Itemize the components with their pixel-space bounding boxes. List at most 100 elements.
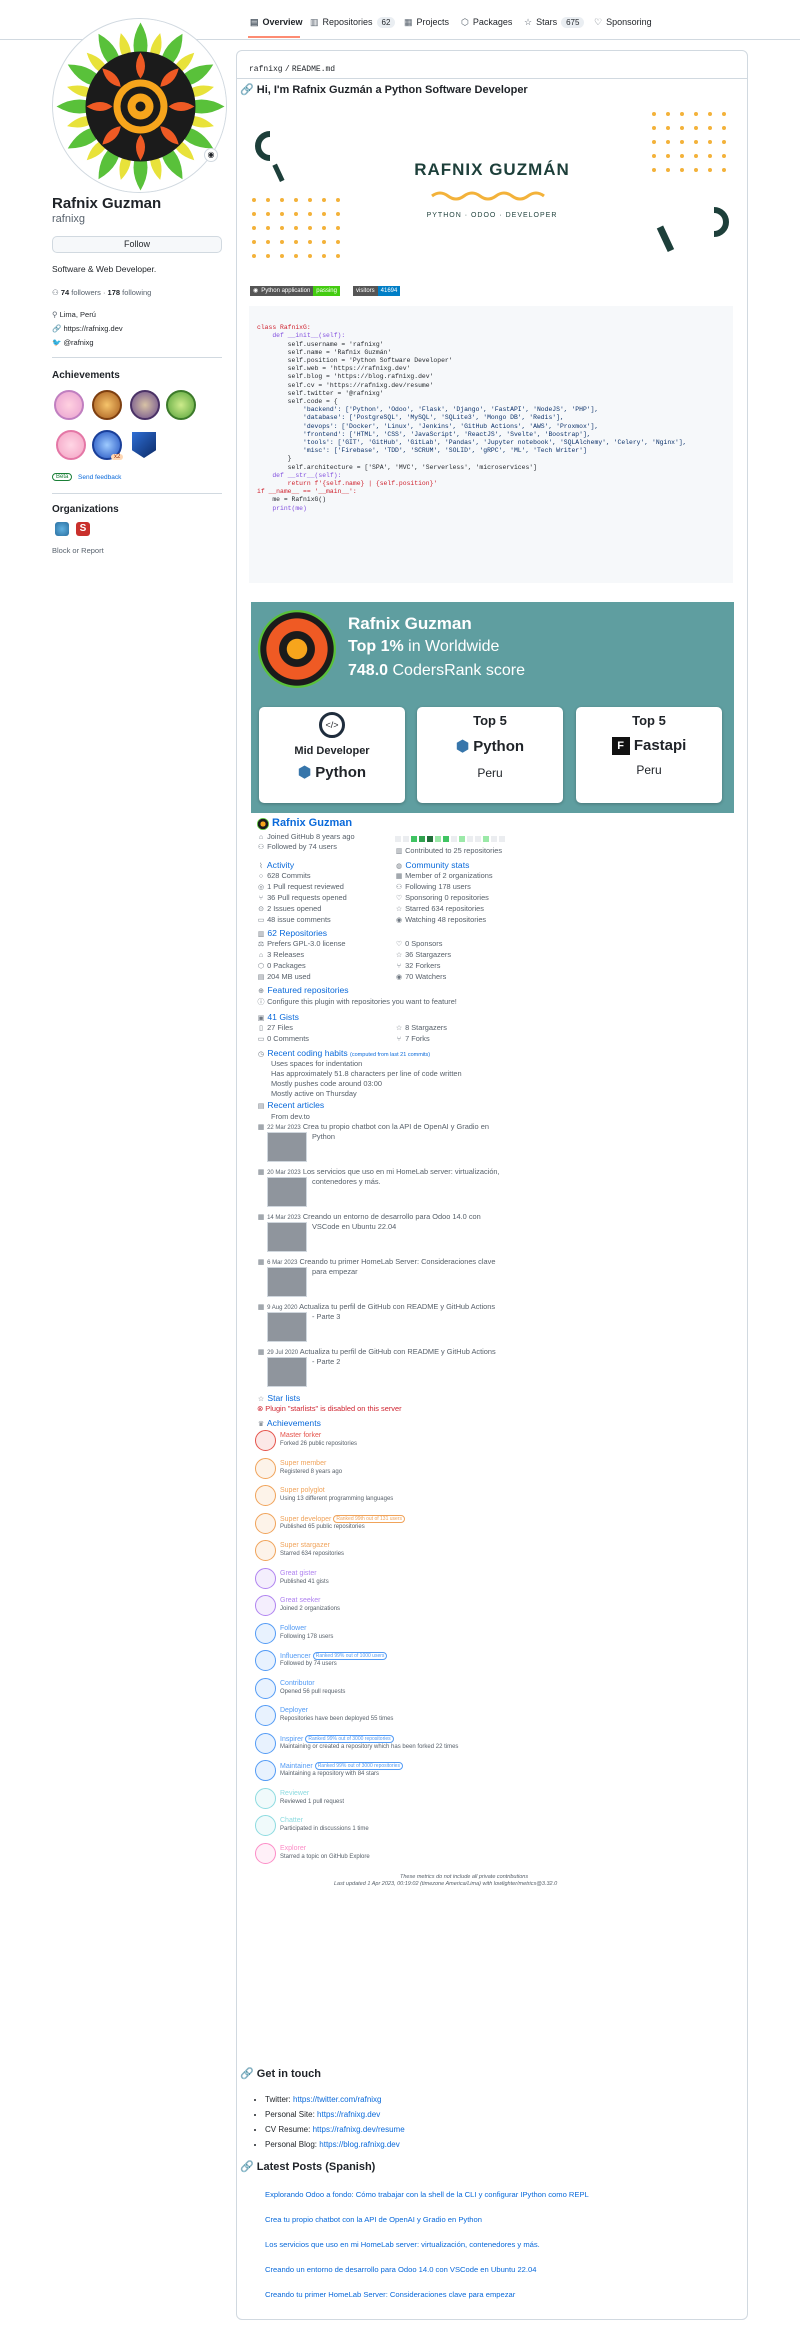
heart-icon: ♡ [594,16,603,27]
post-link[interactable]: Creando un entorno de desarrollo para Od… [265,2265,536,2274]
tab-overview[interactable]: ▤ Overview [250,12,303,32]
readme-banner-image [248,104,736,280]
list-item: ▭ 0 Comments [257,1034,309,1043]
achievement-badge-icon [255,1512,276,1534]
rank-pill: Ranked 99% out of 3000 repositories [305,1734,394,1743]
achievement-pull-shark-icon[interactable] [92,390,122,420]
achievement-description: Starred 634 repositories [280,1551,345,1557]
list-item: Has approximately 51.8 characters per li… [271,1069,462,1078]
anchor-link-icon[interactable]: 🔗 [240,84,254,96]
selected-tab-underline [248,36,300,38]
resume-link[interactable]: https://rafnixg.dev/resume [313,2125,405,2134]
achievements-heading[interactable]: Achievements [52,370,120,381]
follow-button[interactable]: Follow [52,236,222,253]
achievement-arctic-icon[interactable] [166,390,196,420]
metrics-avatar [257,818,269,830]
achievement-badge-icon [255,1842,276,1864]
followers-label[interactable]: followers [71,288,101,297]
list-item: ⑂ 7 Forks [396,1034,430,1043]
fork-icon: ⑂ [396,963,402,970]
plugin-error: ⊗ Plugin "starlists" is disabled on this… [257,1404,402,1413]
rank-pill: Ranked 99% out of 3000 repositories [314,1762,403,1770]
repo-icon: ▥ [257,931,265,938]
code-line: self.cv = 'https://rafnixg.dev/resume' [257,381,434,389]
send-feedback-link[interactable]: Send feedback [78,474,121,481]
calendar-icon: ▦ [257,1169,265,1176]
tab-repositories[interactable]: ▥ Repositories 62 [310,12,396,32]
code-line: me = RafnixG() [257,496,327,504]
status-emoji-icon[interactable]: ◉ [204,148,218,162]
twitter-icon: 🐦 [52,338,62,347]
repo-count-badge: 62 [376,16,396,28]
anchor-link-icon[interactable]: 🔗 [240,2161,254,2173]
articles-heading: ▤ Recent articles [257,1100,325,1110]
readme-breadcrumb: rafnixg / README.md [249,65,336,74]
comment-icon: ▭ [257,917,265,924]
following-label[interactable]: following [122,288,151,297]
achievement-shield-icon[interactable] [132,432,156,458]
fastapi-logo-icon: F [611,737,630,756]
achievement-quickdraw-icon[interactable] [130,390,160,420]
blog-link[interactable]: https://blog.rafnixg.dev [319,2140,400,2149]
achievement-description: Published 41 gists [280,1578,329,1585]
list-item: Personal Blog: https://blog.rafnixg.dev [265,2137,405,2152]
post-link[interactable]: Explorando Odoo a fondo: Cómo trabajar c… [265,2190,589,2199]
github-icon: ◉ [250,286,262,296]
twitter-link[interactable]: @rafnixg [63,338,93,347]
pin-icon: ⊕ [258,988,264,995]
location-icon: ⚲ [52,310,58,319]
calendar-icon: ▦ [257,1259,265,1266]
list-item: Mostly pushes code around 03:00 [271,1079,382,1088]
article-thumbnail [267,1132,307,1162]
rank-card-top5-python: Top 5 ⬢ Python Peru [417,707,563,803]
tab-projects[interactable]: ▦ Projects [404,12,449,32]
habits-heading: ◷ Recent coding habits (computed from la… [257,1048,431,1058]
followers-count[interactable]: 74 [61,288,69,297]
achievement-description: Starred a topic on GitHub Explore [280,1853,370,1860]
org-avatar[interactable] [55,522,69,536]
tab-sponsoring[interactable]: ♡ Sponsoring [594,12,652,32]
website-link[interactable]: https://rafnixg.dev [317,2110,380,2119]
achievement-heart-icon[interactable] [56,430,86,460]
post-link[interactable]: Creando tu primer HomeLab Server: Consid… [265,2290,515,2299]
profile-name: Rafnix Guzman [52,195,162,212]
achievement-description: Forked 26 public repositories [280,1441,358,1447]
post-link[interactable]: Crea tu propio chatbot con la API de Ope… [265,2215,482,2224]
avatar[interactable] [52,18,227,193]
list-item: ▦ Member of 2 organizations [395,871,493,880]
website-row: 🔗 https://rafnixg.dev [52,324,123,333]
article-thumbnail [267,1177,307,1207]
code-line: self.code = { [257,398,338,406]
block-report-link[interactable]: Block or Report [52,546,104,555]
code-line: 'frontend': ['HTML', 'CSS', 'JavaScript'… [257,430,591,438]
website-link[interactable]: https://rafnixg.dev [63,324,122,333]
list-item: ◎ 1 Pull request reviewed [257,882,344,891]
fork-icon: ⑂ [396,1036,402,1043]
repo-icon: ▥ [395,848,403,855]
achievement-description: Using 13 different programming languages [280,1496,394,1502]
code-line: self.twitter = '@rafnixg' [257,389,384,397]
article-thumbnail [267,1312,307,1342]
followed-row: ⚇ Followed by 74 users [257,842,337,851]
achievement-title: Master forker [280,1432,322,1439]
following-count[interactable]: 178 [108,288,121,297]
tab-packages[interactable]: ⬡ Packages [461,12,512,32]
star-icon: ☆ [257,1396,265,1403]
calendar-icon: ▦ [257,1349,265,1356]
issue-icon: ⊙ [258,906,264,913]
anchor-link-icon[interactable]: 🔗 [240,2068,254,2080]
achievement-yolo-icon[interactable] [54,390,84,420]
twitter-link[interactable]: https://twitter.com/rafnixg [293,2095,381,2104]
achievement-badge-icon [255,1760,276,1781]
post-link[interactable]: Los servicios que uso en mi HomeLab serv… [265,2240,540,2249]
visitors-badge[interactable]: visitors 41694 [353,286,401,296]
achievement-badge-icon [255,1457,276,1479]
achievement-description: Joined 2 organizations [280,1606,341,1612]
tab-stars[interactable]: ☆ Stars 675 [524,12,585,32]
achievement-title: Chatter [280,1817,303,1824]
community-list: ▦ Member of 2 organizations ⚇ Following … [395,871,493,926]
org-avatar[interactable]: S [76,522,90,536]
list-item: ○ 628 Commits [258,871,311,880]
ci-status-badge[interactable]: ◉ Python application passing [250,286,340,296]
article-thumbnail [267,1267,307,1297]
